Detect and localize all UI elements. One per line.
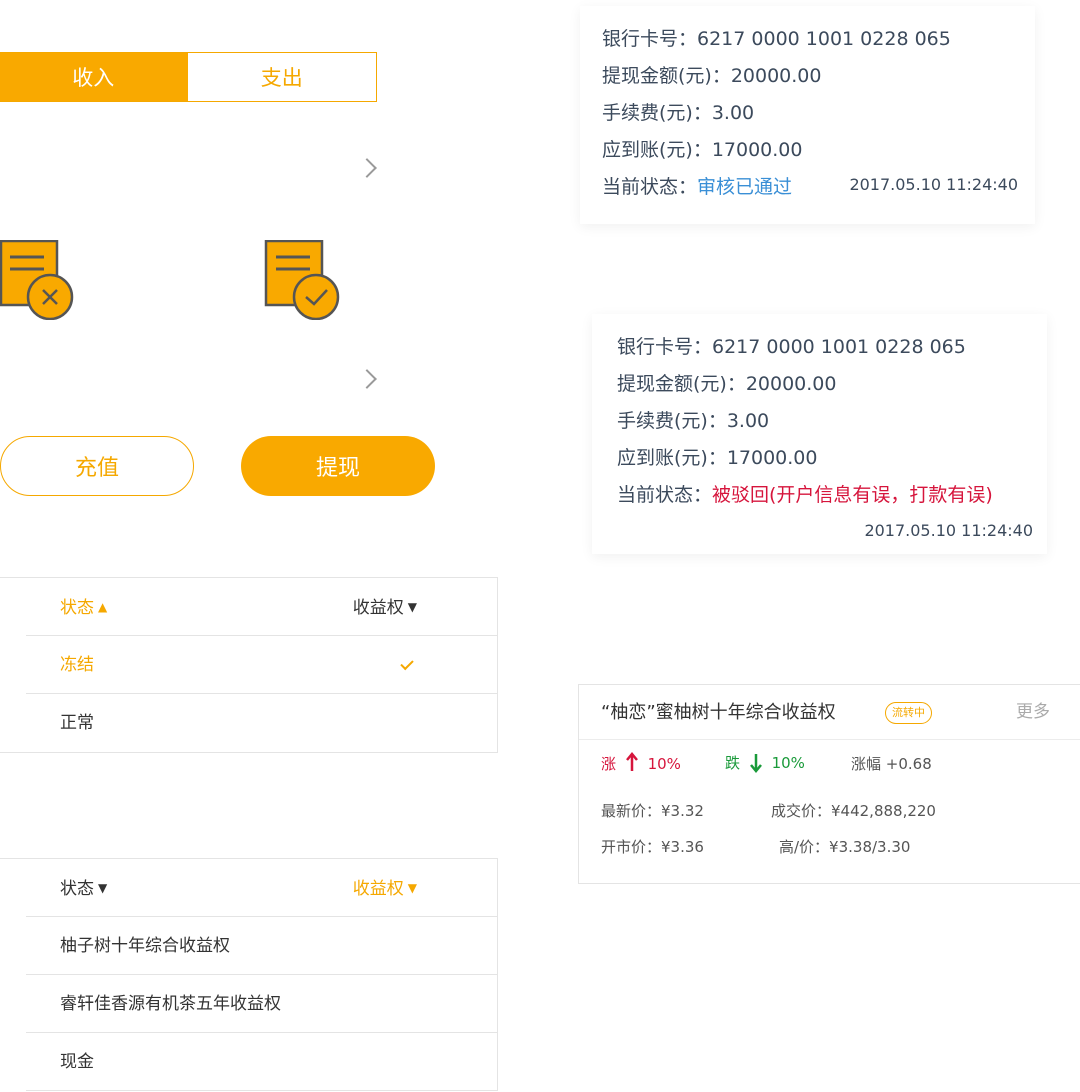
option-frozen: 冻结 xyxy=(60,655,94,675)
credited-amount: 应到账(元)：17000.00 xyxy=(602,139,803,161)
change-stat: 涨幅 +0.68 xyxy=(851,755,932,773)
fee-amount: 手续费(元)：3.00 xyxy=(617,410,770,432)
document-rejected-icon xyxy=(0,240,74,320)
withdraw-record-card[interactable]: 银行卡号：6217 0000 1001 0228 065 提现金额(元)：200… xyxy=(580,6,1035,224)
withdraw-button[interactable]: 提现 xyxy=(241,436,435,496)
status-label: 当前状态： xyxy=(617,484,713,506)
bank-card-number: 银行卡号：6217 0000 1001 0228 065 xyxy=(602,28,951,50)
option-tea-rights: 睿轩佳香源有机茶五年收益权 xyxy=(60,994,281,1014)
dropdown-option[interactable]: 现金 xyxy=(26,1033,497,1091)
bank-card-number: 银行卡号：6217 0000 1001 0228 065 xyxy=(617,336,966,358)
withdraw-record-card[interactable]: 银行卡号：6217 0000 1001 0228 065 提现金额(元)：200… xyxy=(592,314,1047,554)
high-low-price: 高/价：¥3.38/3.30 xyxy=(779,838,911,856)
status-sort-header[interactable]: 状态 ▲ xyxy=(60,578,107,637)
status-line: 当前状态：被驳回(开户信息有误，打款有误) xyxy=(617,480,993,507)
withdraw-amount: 提现金额(元)：20000.00 xyxy=(617,373,837,395)
option-normal: 正常 xyxy=(60,713,94,733)
rights-sort-header[interactable]: 收益权 ▼ xyxy=(353,578,417,637)
withdraw-amount: 提现金额(元)：20000.00 xyxy=(602,65,822,87)
recharge-button[interactable]: 充值 xyxy=(0,436,194,496)
chevron-right-icon[interactable] xyxy=(357,369,377,389)
option-pomelo-rights: 柚子树十年综合收益权 xyxy=(60,936,230,956)
dropdown-header: 状态 ▼ 收益权 ▼ xyxy=(26,859,497,917)
chevron-right-icon[interactable] xyxy=(357,158,377,178)
timestamp: 2017.05.10 11:24:40 xyxy=(849,175,1018,194)
arrow-down-icon xyxy=(749,754,762,773)
tab-expense[interactable]: 支出 xyxy=(187,53,376,101)
income-expense-tabs: 收入 支出 xyxy=(0,52,377,102)
dropdown-option[interactable]: 正常 xyxy=(26,694,497,752)
dropdown-option[interactable]: 睿轩佳香源有机茶五年收益权 xyxy=(26,975,497,1033)
market-card-header: “柚恋”蜜柚树十年综合收益权 流转中 更多 xyxy=(579,685,1080,740)
status-label: 当前状态： xyxy=(602,176,698,198)
dropdown-header: 状态 ▲ 收益权 ▼ xyxy=(26,578,497,636)
status-badge: 流转中 xyxy=(885,702,932,724)
check-icon xyxy=(400,656,414,671)
arrow-up-icon xyxy=(625,752,638,771)
rise-stat: 涨 10% xyxy=(601,752,681,774)
dropdown-option[interactable]: 柚子树十年综合收益权 xyxy=(26,917,497,975)
option-cash: 现金 xyxy=(60,1052,94,1072)
credited-amount: 应到账(元)：17000.00 xyxy=(617,447,818,469)
status-value-rejected: 被驳回(开户信息有误，打款有误) xyxy=(712,484,993,506)
status-line: 当前状态：审核已通过 xyxy=(602,172,792,199)
market-product-card[interactable]: “柚恋”蜜柚树十年综合收益权 流转中 更多 涨 10% 跌 10% 涨幅 +0.… xyxy=(578,684,1080,884)
tab-income[interactable]: 收入 xyxy=(0,53,188,101)
open-price: 开市价：¥3.36 xyxy=(601,838,704,856)
timestamp: 2017.05.10 11:24:40 xyxy=(864,521,1033,540)
fee-amount: 手续费(元)：3.00 xyxy=(602,102,755,124)
document-approved-icon xyxy=(264,240,340,320)
deal-price: 成交价：¥442,888,220 xyxy=(771,802,936,820)
product-title: “柚恋”蜜柚树十年综合收益权 xyxy=(601,702,836,723)
status-filter-dropdown: 状态 ▲ 收益权 ▼ 冻结 正常 xyxy=(0,577,498,753)
latest-price: 最新价：¥3.32 xyxy=(601,802,704,820)
rights-sort-header[interactable]: 收益权 ▼ xyxy=(353,859,417,918)
status-value-approved: 审核已通过 xyxy=(697,176,793,198)
rights-filter-dropdown: 状态 ▼ 收益权 ▼ 柚子树十年综合收益权 睿轩佳香源有机茶五年收益权 现金 xyxy=(0,858,498,1091)
status-sort-header[interactable]: 状态 ▼ xyxy=(60,859,107,918)
more-link[interactable]: 更多 xyxy=(1016,685,1050,740)
dropdown-option[interactable]: 冻结 xyxy=(26,636,497,694)
fall-stat: 跌 10% xyxy=(725,754,805,773)
